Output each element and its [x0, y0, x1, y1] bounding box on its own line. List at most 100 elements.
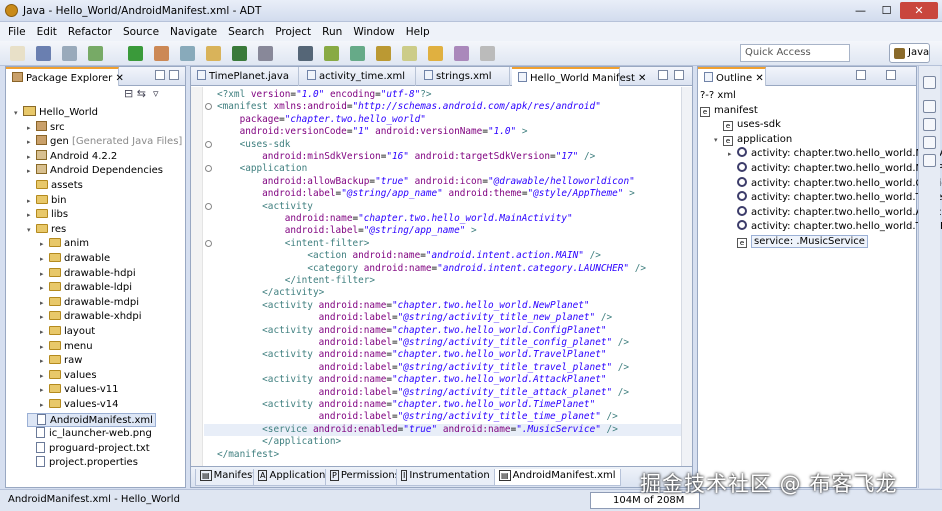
menu-file[interactable]: File: [8, 26, 26, 38]
expand-twisty-icon[interactable]: ▸: [27, 135, 36, 149]
outline-item[interactable]: e service: .MusicService: [728, 235, 868, 249]
menu-search[interactable]: Search: [228, 26, 264, 38]
expand-twisty-icon[interactable]: ▸: [40, 310, 49, 324]
expand-twisty-icon[interactable]: ▸: [27, 194, 36, 208]
minimize-view-icon[interactable]: [155, 70, 165, 80]
code-line[interactable]: android:versionCode="1" android:versionN…: [217, 126, 528, 138]
code-line[interactable]: <uses-sdk: [217, 139, 291, 151]
expand-twisty-icon[interactable]: ▾: [714, 133, 723, 147]
manifest-page-tab[interactable]: ▤ Manifest: [195, 469, 262, 486]
code-line[interactable]: </application>: [217, 436, 341, 448]
code-line[interactable]: android:name="chapter.two.hello_world.Ma…: [217, 213, 573, 225]
menu-run[interactable]: Run: [322, 26, 342, 38]
fold-toggle-icon[interactable]: [205, 202, 212, 210]
tree-item[interactable]: ▸ layout: [40, 325, 95, 339]
expand-twisty-icon[interactable]: ▸: [27, 121, 36, 135]
tree-item[interactable]: ▸ drawable-xhdpi: [40, 310, 142, 324]
expand-twisty-icon[interactable]: ▸: [40, 369, 49, 383]
code-line[interactable]: android:label="@string/app_name" >: [217, 225, 477, 237]
code-line[interactable]: android:label="@string/activity_title_co…: [217, 337, 629, 349]
editor-tab[interactable]: Hello_World Manifest ✕: [512, 67, 646, 86]
expand-twisty-icon[interactable]: ▸: [40, 325, 49, 339]
tree-item[interactable]: ▸ values-v11: [40, 383, 119, 397]
expand-twisty-icon[interactable]: ▸: [40, 281, 49, 295]
maximize-view-icon[interactable]: [886, 70, 896, 80]
code-line[interactable]: <?xml version="1.0" encoding="utf-8"?>: [217, 89, 432, 101]
outline-item[interactable]: activity: chapter.two.hello_world.TimePl: [728, 220, 942, 234]
tab-package-explorer[interactable]: Package Explorer ✕: [6, 67, 124, 86]
tree-item[interactable]: ▸ src: [27, 120, 65, 135]
expand-twisty-icon[interactable]: ▸: [27, 164, 36, 178]
avd-manager-icon[interactable]: [350, 46, 365, 61]
fold-toggle-icon[interactable]: [205, 239, 212, 247]
tree-item[interactable]: ▸ drawable: [40, 252, 110, 266]
tree-item[interactable]: ▸ values: [40, 369, 97, 383]
expand-twisty-icon[interactable]: ▾: [27, 223, 36, 237]
tree-item[interactable]: ▸ Android Dependencies: [27, 164, 163, 178]
manifest-page-tab[interactable]: ▤ AndroidManifest.xml: [494, 469, 621, 486]
print-icon[interactable]: [62, 46, 77, 61]
tree-item[interactable]: project.properties: [27, 456, 138, 470]
close-button[interactable]: ✕: [900, 2, 938, 19]
expand-twisty-icon[interactable]: ▸: [40, 398, 49, 412]
close-tab-icon[interactable]: ✕: [635, 73, 646, 84]
outline-item[interactable]: e uses-sdk: [714, 118, 781, 132]
tree-item[interactable]: ▾ Hello_World: [14, 106, 98, 120]
menu-edit[interactable]: Edit: [37, 26, 57, 38]
tree-item[interactable]: assets: [27, 179, 83, 193]
code-line[interactable]: <activity android:name="chapter.two.hell…: [217, 300, 589, 312]
tree-item[interactable]: AndroidManifest.xml: [27, 412, 156, 427]
android-sdk-manager-icon[interactable]: [324, 46, 339, 61]
tree-item[interactable]: ▸ libs: [27, 208, 68, 222]
outline-item[interactable]: activity: chapter.two.hello_world.Travel…: [728, 191, 942, 205]
forward-icon[interactable]: [454, 46, 469, 61]
tree-item[interactable]: ▸ anim: [40, 237, 89, 251]
restore-view-icon[interactable]: [923, 76, 936, 89]
code-line[interactable]: package="chapter.two.hello_world": [217, 114, 426, 126]
console-view-icon[interactable]: [923, 118, 936, 131]
expand-twisty-icon[interactable]: ▸: [40, 237, 49, 251]
code-line[interactable]: </manifest>: [217, 449, 279, 461]
outline-item[interactable]: activity: chapter.two.hello_world.Attack…: [728, 205, 942, 220]
collapse-all-icon[interactable]: ⊟: [124, 87, 133, 100]
expand-twisty-icon[interactable]: ▸: [27, 150, 36, 164]
tree-item[interactable]: ▸ drawable-mdpi: [40, 296, 139, 310]
menu-source[interactable]: Source: [123, 26, 159, 38]
code-line[interactable]: <activity android:name="chapter.two.hell…: [217, 399, 595, 411]
new-package-icon[interactable]: [206, 46, 221, 61]
run-icon[interactable]: [128, 46, 143, 61]
expand-twisty-icon[interactable]: ▸: [40, 354, 49, 368]
code-line[interactable]: <action android:name="android.intent.act…: [217, 250, 601, 262]
debug-icon[interactable]: [88, 46, 103, 61]
minimize-view-icon[interactable]: [658, 70, 668, 80]
code-line[interactable]: android:label="@string/app_name" android…: [217, 188, 635, 200]
menu-refactor[interactable]: Refactor: [68, 26, 112, 38]
expand-twisty-icon[interactable]: ▸: [40, 252, 49, 266]
fold-toggle-icon[interactable]: [205, 140, 212, 148]
code-line[interactable]: <activity android:name="chapter.two.hell…: [217, 325, 606, 337]
outline-item[interactable]: activity: chapter.two.hello_world.NewPl: [728, 162, 942, 176]
quick-access-input[interactable]: Quick Access: [740, 44, 850, 62]
search-icon[interactable]: [298, 46, 313, 61]
outline-item[interactable]: ▸ activity: chapter.two.hello_world.MainA: [728, 147, 942, 161]
code-line[interactable]: android:allowBackup="true" android:icon=…: [217, 176, 635, 188]
code-line[interactable]: </intent-filter>: [217, 275, 375, 287]
tab-outline[interactable]: Outline ✕: [698, 67, 766, 86]
manifest-page-tab[interactable]: I Instrumentation: [396, 469, 495, 486]
expand-twisty-icon[interactable]: ▸: [728, 147, 737, 161]
fold-toggle-icon[interactable]: [205, 103, 212, 111]
open-type-icon[interactable]: [258, 46, 273, 61]
back-icon[interactable]: [428, 46, 443, 61]
menu-project[interactable]: Project: [275, 26, 311, 38]
code-line[interactable]: </activity>: [217, 287, 324, 299]
tree-item[interactable]: ▸ raw: [40, 354, 82, 368]
maximize-button[interactable]: ☐: [874, 2, 899, 19]
new-class-icon[interactable]: [232, 46, 247, 61]
code-line[interactable]: <intent-filter>: [217, 238, 370, 250]
tree-item[interactable]: ▸ drawable-hdpi: [40, 267, 136, 281]
tree-item[interactable]: ▾ res: [27, 223, 66, 237]
code-line[interactable]: <application: [217, 163, 308, 175]
outline-item[interactable]: activity: chapter.two.hello_world.Config: [728, 176, 942, 191]
editor-vertical-scrollbar[interactable]: [681, 87, 692, 467]
code-line[interactable]: android:label="@string/activity_title_ti…: [217, 411, 618, 423]
